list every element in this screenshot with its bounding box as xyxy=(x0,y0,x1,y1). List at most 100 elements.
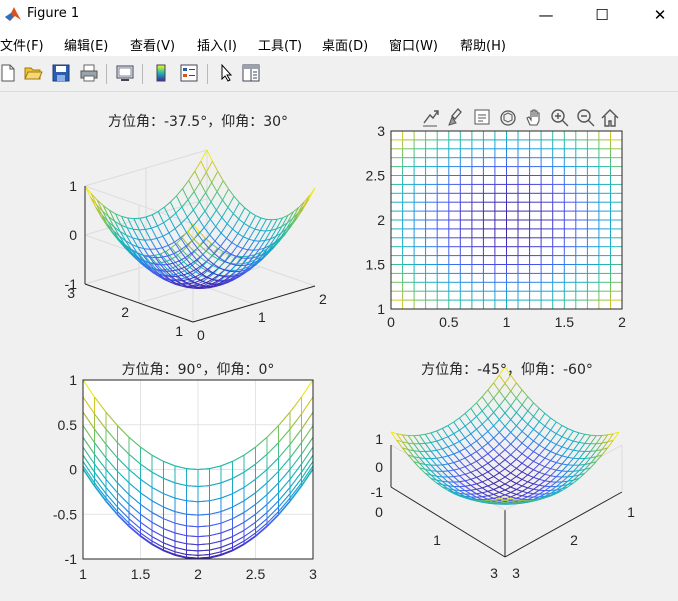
mesh-line xyxy=(521,418,529,425)
axes-top-right[interactable]: 0 0.5 1 1.5 2 1 1.5 2 2.5 3 xyxy=(366,123,627,330)
tick-label: 1.5 xyxy=(131,566,151,582)
mesh-line xyxy=(504,472,511,478)
mesh-line xyxy=(493,496,500,499)
mesh-line xyxy=(544,480,551,483)
rotate-3d-icon[interactable] xyxy=(498,107,518,129)
menu-tools[interactable]: 工具(T) xyxy=(258,35,302,54)
tick-label: 0 xyxy=(375,459,383,475)
mesh-line xyxy=(487,495,494,499)
tick-label: 1 xyxy=(69,372,77,388)
axes-top-left[interactable]: 012123-101 xyxy=(65,149,327,343)
mesh-line xyxy=(527,466,534,471)
mesh-line xyxy=(210,285,217,288)
mesh-line xyxy=(215,209,223,218)
save-icon[interactable] xyxy=(51,63,71,83)
mesh-line xyxy=(453,462,460,470)
mesh-line xyxy=(447,455,455,463)
mesh-line xyxy=(521,389,529,397)
mesh-line xyxy=(215,217,223,227)
mesh-line xyxy=(413,435,420,445)
mesh-line xyxy=(487,389,495,399)
mesh-line xyxy=(487,425,494,432)
mesh-line xyxy=(555,470,563,477)
mesh-line xyxy=(222,188,230,201)
mesh-line xyxy=(510,405,517,413)
mesh-line xyxy=(430,450,437,459)
close-button[interactable]: ✕ xyxy=(637,0,678,30)
mesh-line xyxy=(544,448,551,452)
mesh-line xyxy=(459,413,466,419)
mesh-line xyxy=(555,463,563,471)
home-icon[interactable] xyxy=(600,107,620,129)
mesh-line xyxy=(527,451,534,459)
mesh-line xyxy=(481,410,489,419)
mesh-line xyxy=(481,431,489,437)
mesh-line xyxy=(464,425,472,435)
mesh-line xyxy=(533,433,540,442)
mesh-line xyxy=(259,240,266,242)
mesh-line xyxy=(174,223,182,229)
mesh-line xyxy=(237,223,245,234)
mesh-line xyxy=(232,213,240,220)
mesh-line xyxy=(578,451,586,459)
brush-icon[interactable] xyxy=(446,107,466,129)
menu-edit[interactable]: 编辑(E) xyxy=(64,35,108,54)
mesh-line xyxy=(447,469,454,472)
edit-plot-arrow-icon[interactable] xyxy=(216,63,236,83)
mesh-line xyxy=(510,382,517,392)
mesh-line xyxy=(498,432,506,439)
mesh-line xyxy=(194,279,201,284)
menu-desktop[interactable]: 桌面(D) xyxy=(322,35,368,54)
mesh-line xyxy=(430,432,438,442)
mesh-line xyxy=(533,476,540,480)
mesh-line xyxy=(521,471,529,476)
minimize-button[interactable]: — xyxy=(523,0,569,30)
tick-label: 2.5 xyxy=(246,566,266,582)
data-tips-icon[interactable] xyxy=(472,107,492,129)
property-inspector-icon[interactable] xyxy=(241,63,261,83)
mesh-line xyxy=(447,421,454,426)
open-file-icon[interactable] xyxy=(23,63,43,83)
mesh-line xyxy=(464,471,471,475)
mesh-line xyxy=(538,466,546,473)
mesh-line xyxy=(493,472,500,477)
export-icon[interactable] xyxy=(420,107,440,129)
menu-file[interactable]: 文件(F) xyxy=(0,35,44,54)
legend-icon[interactable] xyxy=(179,63,199,83)
zoom-out-icon[interactable] xyxy=(576,107,596,129)
print-preview-icon[interactable] xyxy=(115,63,135,83)
axes-bottom-left[interactable]: 1 1.5 2 2.5 3 -1 -0.5 0 0.5 1 xyxy=(53,372,317,582)
new-figure-icon[interactable] xyxy=(0,63,18,83)
mesh-line xyxy=(533,483,540,486)
mesh-line xyxy=(447,485,454,487)
mesh-line xyxy=(215,226,222,234)
axes-bottom-right[interactable]: 1 0 -1 0 1 1 2 3 3 xyxy=(371,366,636,581)
zoom-in-icon[interactable] xyxy=(550,107,570,129)
mesh-line xyxy=(516,478,523,484)
menu-view[interactable]: 查看(V) xyxy=(130,35,175,54)
menu-help[interactable]: 帮助(H) xyxy=(460,35,506,54)
mesh-line xyxy=(249,211,256,217)
menu-window[interactable]: 窗口(W) xyxy=(389,35,438,54)
print-icon[interactable] xyxy=(79,63,99,83)
figure-toolbar xyxy=(0,56,678,92)
mesh-line xyxy=(544,441,551,449)
mesh-line xyxy=(459,473,466,477)
mesh-line xyxy=(447,462,454,465)
mesh-line xyxy=(595,435,603,444)
mesh-line xyxy=(510,476,517,481)
pan-hand-icon[interactable] xyxy=(524,107,544,129)
x-axis-line xyxy=(192,285,316,323)
mesh-line xyxy=(487,437,494,444)
colorbar-icon[interactable] xyxy=(151,63,171,83)
menu-insert[interactable]: 插入(I) xyxy=(197,35,237,54)
mesh-line xyxy=(215,199,223,211)
mesh-line xyxy=(527,481,534,485)
mesh-line xyxy=(447,463,455,471)
mesh-line xyxy=(493,432,500,439)
mesh-line xyxy=(510,390,517,399)
maximize-button[interactable]: ☐ xyxy=(579,0,625,30)
tick-label: 2 xyxy=(194,566,202,582)
mesh-line xyxy=(544,451,551,459)
mesh-line xyxy=(254,228,261,231)
